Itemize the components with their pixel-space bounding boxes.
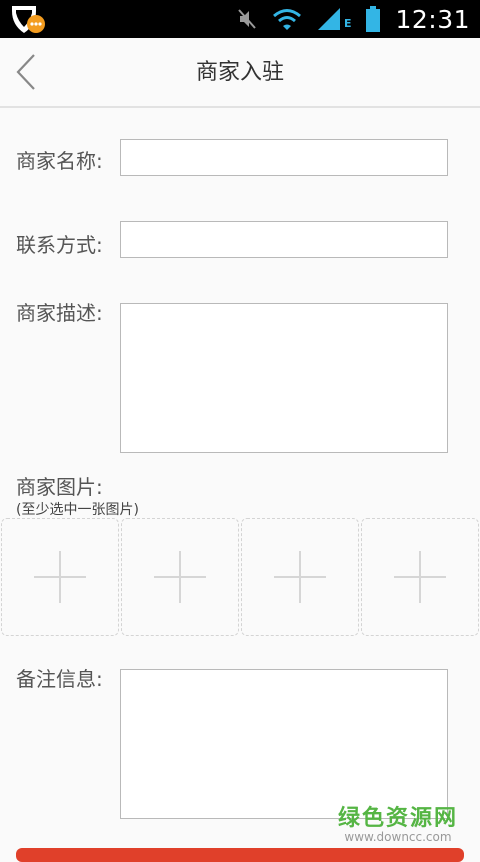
add-photo-button[interactable] (1, 518, 119, 636)
signal-icon (317, 8, 340, 30)
status-bar: E 12:31 (0, 0, 480, 38)
network-type: E (343, 17, 352, 30)
merchant-images-label: 商家图片: (16, 475, 103, 499)
plus-icon (274, 551, 326, 603)
plus-icon (154, 551, 206, 603)
description-label: 商家描述: (16, 301, 103, 325)
merchant-name-label: 商家名称: (16, 149, 103, 173)
page-title: 商家入驻 (195, 60, 284, 85)
add-photo-button[interactable] (361, 518, 479, 636)
add-photo-button[interactable] (241, 518, 359, 636)
watermark-title: 绿色资源网 (337, 806, 458, 831)
add-photo-button[interactable] (121, 518, 239, 636)
description-textarea[interactable] (120, 303, 448, 453)
photo-picker-row (0, 518, 480, 638)
status-icons: E 12:31 (236, 0, 470, 38)
mute-icon (238, 9, 256, 29)
remarks-textarea[interactable] (120, 669, 448, 819)
watermark: 绿色资源网 www.downcc.com (338, 800, 458, 844)
plus-icon (34, 551, 86, 603)
merchant-images-hint: (至少选中一张图片) (16, 502, 139, 518)
watermark-url: www.downcc.com (344, 830, 452, 844)
top-nav-bar: 商家入驻 (0, 38, 480, 108)
contact-input[interactable] (120, 221, 448, 258)
battery-icon (366, 6, 381, 32)
clock: 12:31 (395, 4, 470, 34)
merchant-name-input[interactable] (120, 139, 448, 176)
wifi-icon (272, 9, 301, 30)
remarks-label: 备注信息: (16, 667, 103, 691)
plus-icon (394, 551, 446, 603)
contact-label: 联系方式: (16, 233, 103, 257)
submit-button[interactable] (16, 848, 464, 862)
app-badge-icon (12, 6, 45, 33)
